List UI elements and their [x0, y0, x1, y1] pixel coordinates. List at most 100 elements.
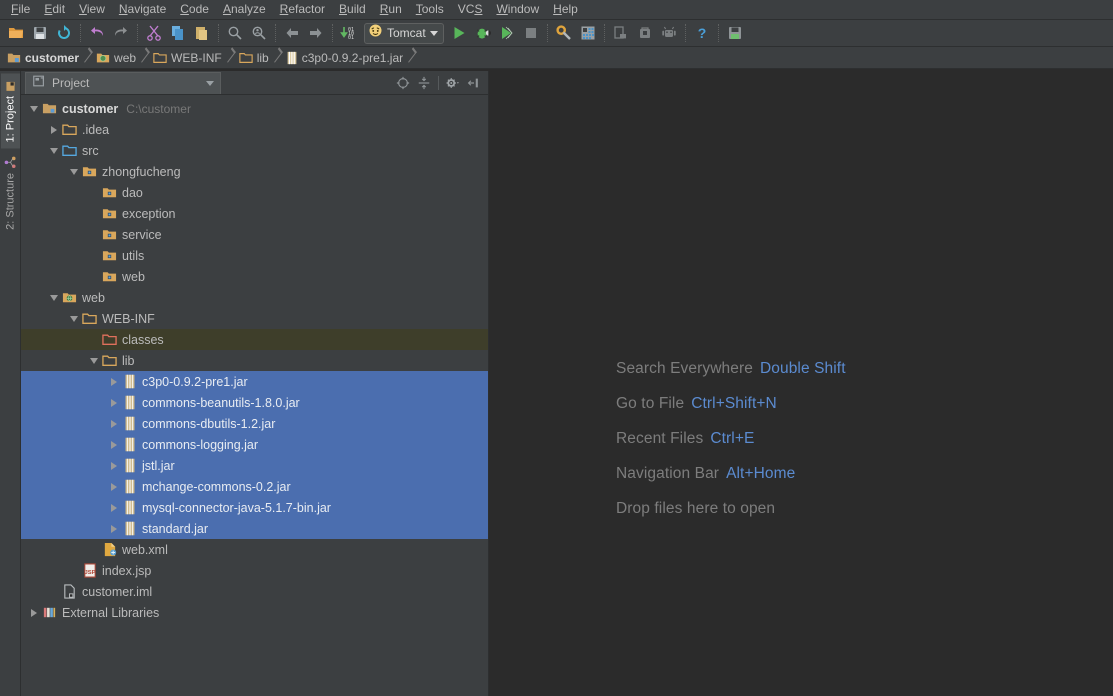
menu-run[interactable]: Run — [373, 0, 409, 19]
chevron-right-icon[interactable] — [107, 375, 121, 389]
project-view-selector[interactable]: Project — [25, 71, 221, 94]
chevron-right-icon[interactable] — [107, 522, 121, 536]
breadcrumb-item-web[interactable]: web — [94, 48, 138, 68]
project-structure-icon[interactable] — [576, 21, 600, 45]
tree-node-standard-jar[interactable]: standard.jar — [21, 518, 488, 539]
menu-vcs[interactable]: VCS — [451, 0, 490, 19]
hide-panel-icon[interactable] — [464, 73, 484, 93]
tree-node-mysql-connector-java-5-1-7-bin-jar[interactable]: mysql-connector-java-5.1.7-bin.jar — [21, 497, 488, 518]
settings-icon[interactable] — [552, 21, 576, 45]
tree-node-idea[interactable]: .idea — [21, 119, 488, 140]
collapse-all-icon[interactable] — [414, 73, 434, 93]
chevron-right-icon[interactable] — [27, 606, 41, 620]
chevron-down-icon[interactable] — [206, 80, 214, 86]
tree-node-lib[interactable]: lib — [21, 350, 488, 371]
breadcrumb-item-c3p0-0-9-2-pre1-jar[interactable]: c3p0-0.9.2-pre1.jar — [284, 48, 405, 68]
chevron-down-icon[interactable] — [47, 291, 61, 305]
chevron-right-icon[interactable] — [107, 459, 121, 473]
tree-node-commons-beanutils-1-8-0-jar[interactable]: commons-beanutils-1.8.0.jar — [21, 392, 488, 413]
debug-icon[interactable] — [471, 21, 495, 45]
avd-manager-icon[interactable] — [609, 21, 633, 45]
menu-window[interactable]: Window — [489, 0, 546, 19]
chevron-down-icon[interactable] — [67, 312, 81, 326]
menu-edit[interactable]: Edit — [37, 0, 72, 19]
tree-node-zhongfucheng[interactable]: zhongfucheng — [21, 161, 488, 182]
project-tree[interactable]: customer C:\customer .idea src zhongfucheng d… — [21, 95, 488, 696]
synchronize-icon[interactable] — [52, 21, 76, 45]
chevron-right-icon[interactable] — [107, 480, 121, 494]
tree-node-c3p0-0-9-2-pre1-jar[interactable]: c3p0-0.9.2-pre1.jar — [21, 371, 488, 392]
breadcrumb-item-customer[interactable]: customer — [5, 48, 81, 68]
chevron-down-icon[interactable] — [47, 144, 61, 158]
cut-icon[interactable] — [142, 21, 166, 45]
find-icon[interactable] — [223, 21, 247, 45]
tree-arrow-placeholder — [87, 249, 101, 263]
menu-navigate[interactable]: Navigate — [112, 0, 173, 19]
sync-gradle-icon[interactable] — [657, 21, 681, 45]
tree-node-dao[interactable]: dao — [21, 182, 488, 203]
svg-text:JSP: JSP — [84, 570, 95, 576]
tree-node-web-inf[interactable]: WEB-INF — [21, 308, 488, 329]
chevron-down-icon[interactable] — [87, 354, 101, 368]
tree-node-src[interactable]: src — [21, 140, 488, 161]
tree-node-commons-logging-jar[interactable]: commons-logging.jar — [21, 434, 488, 455]
tree-node-service[interactable]: service — [21, 224, 488, 245]
compile-icon[interactable]: 01 10 01 — [337, 21, 361, 45]
stop-icon[interactable] — [519, 21, 543, 45]
breadcrumb-item-lib[interactable]: lib — [237, 48, 271, 68]
menu-code[interactable]: Code — [173, 0, 216, 19]
tree-node-jstl-jar[interactable]: jstl.jar — [21, 455, 488, 476]
tree-node-mchange-commons-0-2-jar[interactable]: mchange-commons-0.2.jar — [21, 476, 488, 497]
tree-node-label: utils — [122, 248, 145, 263]
save-all-icon[interactable] — [28, 21, 52, 45]
scroll-from-source-icon[interactable] — [393, 73, 413, 93]
forward-icon[interactable] — [304, 21, 328, 45]
tree-node-commons-dbutils-1-2-jar[interactable]: commons-dbutils-1.2.jar — [21, 413, 488, 434]
tree-node-customer[interactable]: customer C:\customer — [21, 98, 488, 119]
help-icon[interactable]: ? — [690, 21, 714, 45]
run-icon[interactable] — [447, 21, 471, 45]
tool-window-tab-project[interactable]: 1: Project — [0, 73, 20, 149]
chevron-down-icon[interactable] — [27, 102, 41, 116]
menu-tools[interactable]: Tools — [409, 0, 451, 19]
copy-icon[interactable] — [166, 21, 190, 45]
tree-node-web[interactable]: web — [21, 266, 488, 287]
chevron-right-icon[interactable] — [107, 438, 121, 452]
redo-icon[interactable] — [109, 21, 133, 45]
breadcrumb-item-web-inf[interactable]: WEB-INF — [151, 48, 224, 68]
chevron-down-icon[interactable] — [67, 165, 81, 179]
menu-file[interactable]: File — [4, 0, 37, 19]
chevron-right-icon[interactable] — [107, 501, 121, 515]
open-project-icon[interactable] — [4, 21, 28, 45]
tree-node-label: service — [122, 227, 162, 242]
chevron-right-icon[interactable] — [47, 123, 61, 137]
menu-help[interactable]: Help — [546, 0, 585, 19]
paste-icon[interactable] — [190, 21, 214, 45]
menu-analyze[interactable]: Analyze — [216, 0, 273, 19]
tree-node-customer-iml[interactable]: customer.iml — [21, 581, 488, 602]
tree-node-exception[interactable]: exception — [21, 203, 488, 224]
back-icon[interactable] — [280, 21, 304, 45]
tree-node-web[interactable]: web — [21, 287, 488, 308]
save-icon[interactable] — [723, 21, 747, 45]
tree-node-web-xml[interactable]: web.xml — [21, 539, 488, 560]
tool-window-tab-structure[interactable]: 2: Structure — [1, 150, 20, 236]
undo-icon[interactable] — [85, 21, 109, 45]
replace-icon[interactable] — [247, 21, 271, 45]
chevron-right-icon[interactable] — [107, 396, 121, 410]
menu-view[interactable]: View — [72, 0, 112, 19]
tree-node-external-libraries[interactable]: External Libraries — [21, 602, 488, 623]
run-configuration-selector[interactable]: Tomcat — [364, 22, 444, 44]
project-icon — [4, 79, 17, 92]
settings-gear-icon[interactable] — [443, 73, 463, 93]
toolbar-separator — [684, 24, 686, 42]
toolbar-separator — [218, 24, 219, 42]
menu-refactor[interactable]: Refactor — [273, 0, 332, 19]
sdk-manager-icon[interactable] — [633, 21, 657, 45]
run-with-coverage-icon[interactable] — [495, 21, 519, 45]
menu-build[interactable]: Build — [332, 0, 373, 19]
tree-node-classes[interactable]: classes — [21, 329, 488, 350]
tree-node-utils[interactable]: utils — [21, 245, 488, 266]
chevron-right-icon[interactable] — [107, 417, 121, 431]
tree-node-index-jsp[interactable]: JSP index.jsp — [21, 560, 488, 581]
